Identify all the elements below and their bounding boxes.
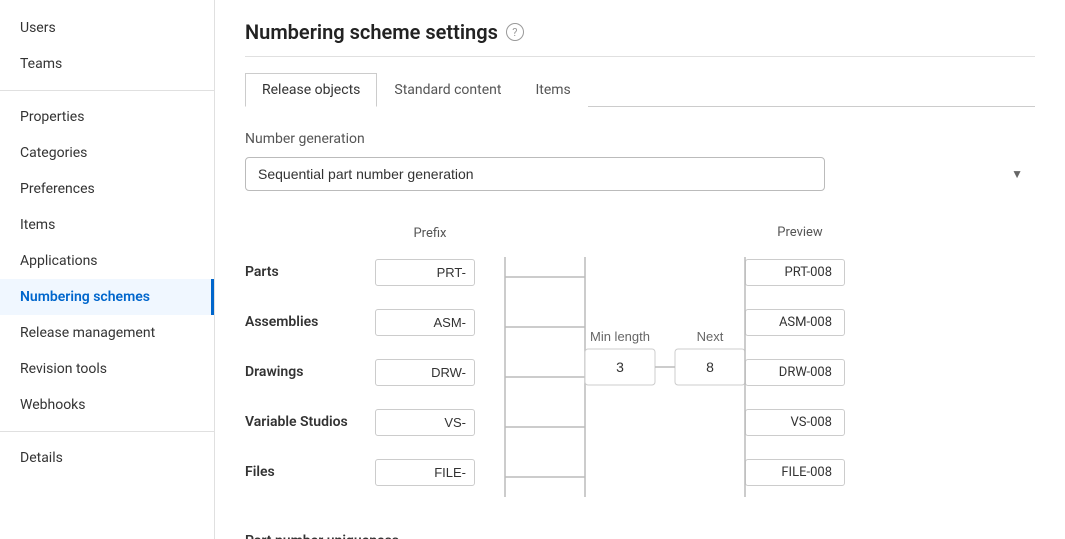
row-label: Drawings [245, 364, 375, 380]
row-label: Parts [245, 264, 375, 280]
prefix-input[interactable] [375, 359, 475, 386]
row-label: Files [245, 464, 375, 480]
prefix-input[interactable] [375, 259, 475, 286]
sidebar-item-properties[interactable]: Properties [0, 99, 214, 135]
row-label: Assemblies [245, 314, 375, 330]
sidebar-item-numbering-schemes[interactable]: Numbering schemes [0, 279, 214, 315]
connector-svg: 3 8 Min length Next [485, 219, 765, 529]
prefix-header: Prefix [375, 226, 485, 241]
schema-row: Drawings [245, 347, 485, 397]
schema-row: Assemblies [245, 297, 485, 347]
next-value: 8 [706, 359, 714, 375]
sidebar-divider-2 [0, 431, 214, 432]
uniqueness-section: Part number uniqueness All part numbers … [245, 533, 1035, 539]
number-generation-dropdown[interactable]: Sequential part number generation [245, 157, 825, 191]
min-length-value: 3 [616, 359, 624, 375]
sidebar-item-release-management[interactable]: Release management [0, 315, 214, 351]
sidebar-item-revision-tools[interactable]: Revision tools [0, 351, 214, 387]
row-label: Variable Studios [245, 414, 375, 430]
sidebar-item-items[interactable]: Items [0, 207, 214, 243]
sidebar-item-categories[interactable]: Categories [0, 135, 214, 171]
svg-text:Next: Next [697, 329, 724, 344]
sidebar: Users Teams Properties Categories Prefer… [0, 0, 215, 539]
page-title-container: Numbering scheme settings ? [245, 20, 1035, 57]
tab-release-objects[interactable]: Release objects [245, 73, 377, 107]
uniqueness-title: Part number uniqueness [245, 533, 1035, 539]
help-icon[interactable]: ? [506, 23, 524, 41]
dropdown-arrow-icon: ▼ [1011, 167, 1023, 181]
prefix-input[interactable] [375, 459, 475, 486]
tab-standard-content[interactable]: Standard content [377, 73, 518, 107]
schema-row: Variable Studios [245, 397, 485, 447]
main-content: Numbering scheme settings ? Release obje… [215, 0, 1065, 539]
sidebar-item-users[interactable]: Users [0, 10, 214, 46]
sidebar-item-applications[interactable]: Applications [0, 243, 214, 279]
page-title: Numbering scheme settings [245, 20, 498, 44]
number-generation-label: Number generation [245, 131, 1035, 147]
tab-items[interactable]: Items [518, 73, 587, 107]
sidebar-item-teams[interactable]: Teams [0, 46, 214, 82]
sidebar-item-preferences[interactable]: Preferences [0, 171, 214, 207]
schema-row: Files [245, 447, 485, 497]
tab-bar: Release objects Standard content Items [245, 73, 1035, 107]
sidebar-divider-1 [0, 90, 214, 91]
sidebar-item-details[interactable]: Details [0, 440, 214, 476]
schema-row: Parts [245, 247, 485, 297]
dropdown-wrapper: Sequential part number generation ▼ [245, 157, 1035, 191]
sidebar-item-webhooks[interactable]: Webhooks [0, 387, 214, 423]
prefix-input[interactable] [375, 309, 475, 336]
prefix-input[interactable] [375, 409, 475, 436]
svg-text:Min length: Min length [590, 329, 650, 344]
